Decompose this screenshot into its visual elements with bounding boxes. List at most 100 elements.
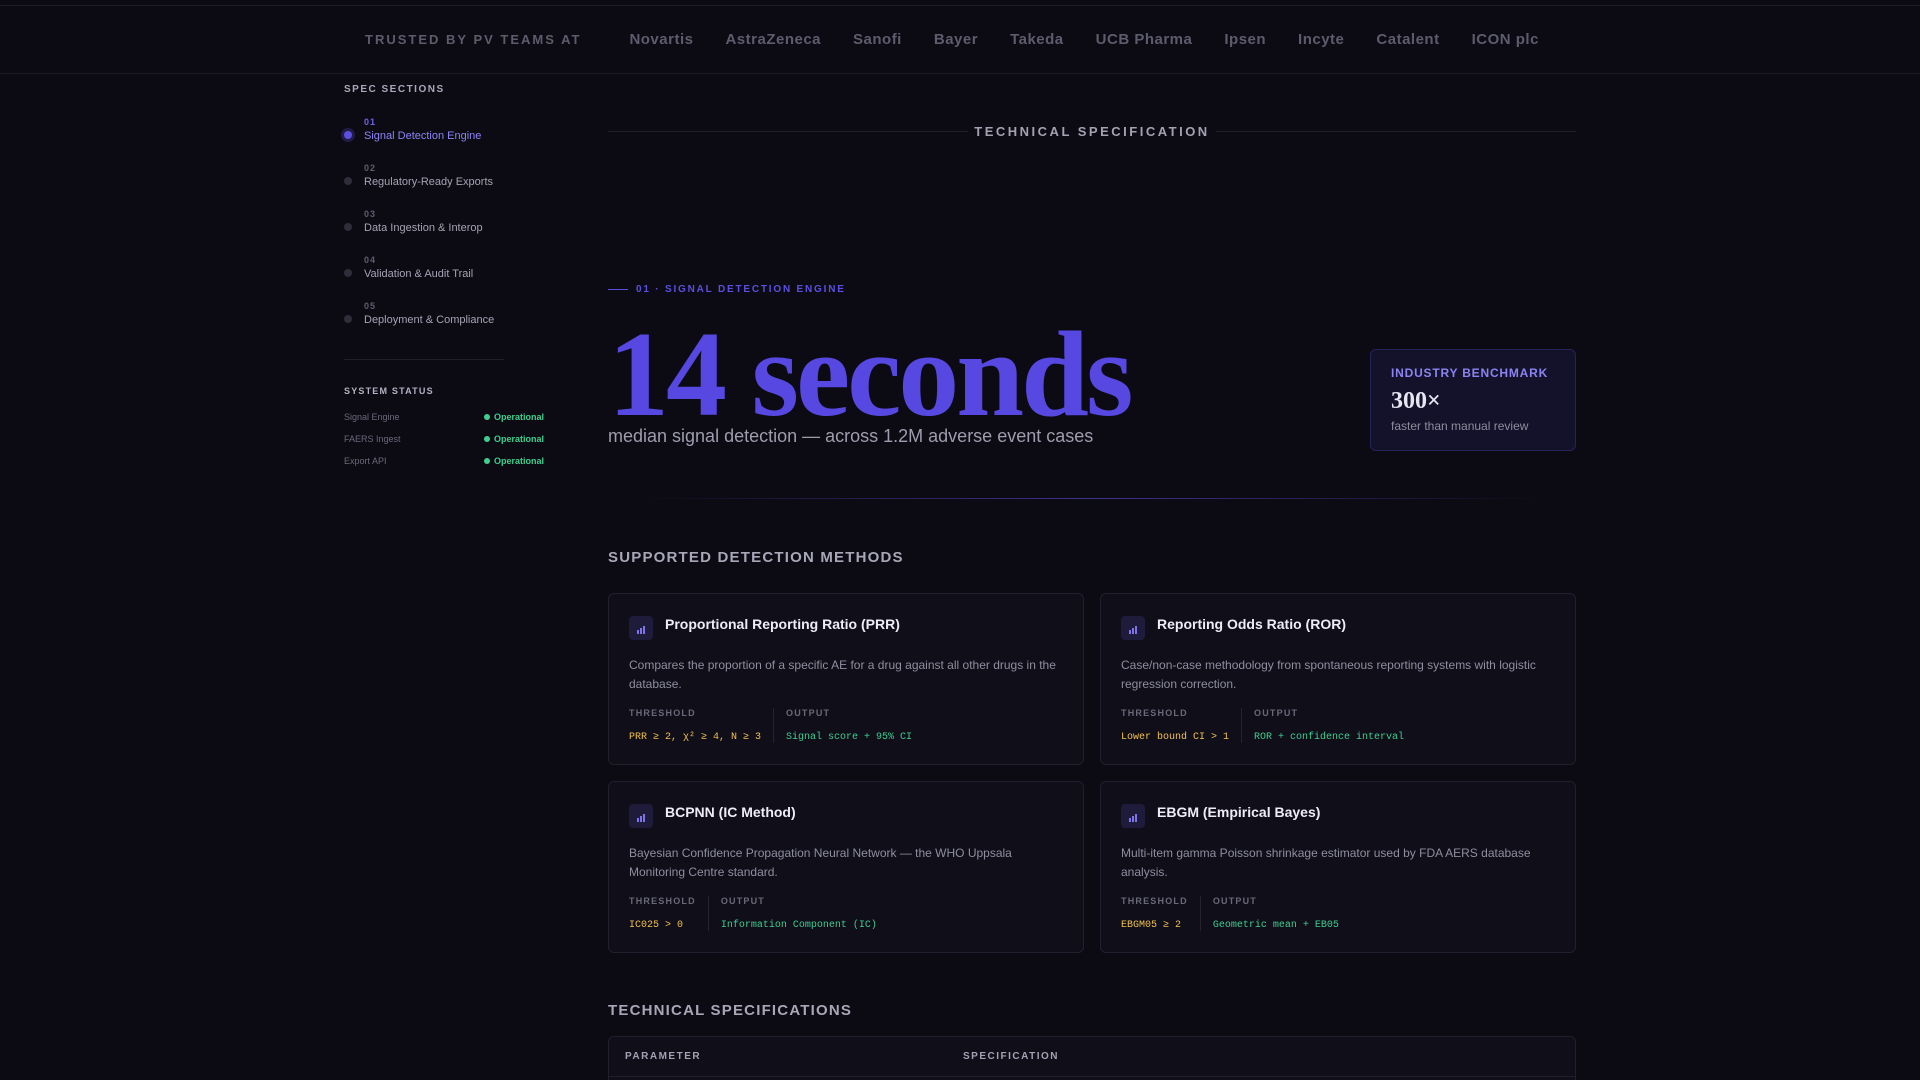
company-logo: Bayer	[933, 31, 979, 48]
nav-label: Validation & Audit Trail	[364, 268, 474, 280]
sidebar-divider	[344, 359, 504, 360]
dot-icon	[344, 223, 352, 231]
nav-label: Deployment & Compliance	[364, 314, 495, 326]
status-value: Operational	[493, 456, 544, 466]
threshold-value: IC025 > 0	[629, 920, 684, 931]
threshold-value: PRR ≥ 2, χ² ≥ 4, N ≥ 3	[629, 732, 762, 743]
eyebrow-bar	[608, 289, 628, 290]
method-description: Bayesian Confidence Propagation Neural N…	[629, 846, 1012, 879]
sidebar-item-validation[interactable]: 04 Validation & Audit Trail	[344, 255, 564, 301]
status-badge: Operational	[483, 412, 544, 422]
method-title: Proportional Reporting Ratio (PRR)	[665, 616, 900, 632]
status-dot-icon	[483, 436, 490, 442]
bar-chart-icon	[1121, 804, 1145, 828]
method-title: BCPNN (IC Method)	[665, 804, 796, 820]
heading-rule	[608, 131, 968, 132]
sidebar-item-regulatory-exports[interactable]: 02 Regulatory-Ready Exports	[344, 163, 564, 209]
hero-divider	[638, 498, 1546, 499]
nav-label: Data Ingestion & Interop	[364, 222, 483, 234]
output-label: OUTPUT	[1254, 708, 1299, 718]
section-eyebrow: 01 · SIGNAL DETECTION ENGINE	[608, 284, 846, 295]
threshold-label: THRESHOLD	[629, 708, 696, 718]
hero-subtitle: median signal detection — across 1.2M ad…	[608, 426, 1094, 446]
method-title: EBGM (Empirical Bayes)	[1157, 804, 1321, 820]
company-logo: Incyte	[1298, 31, 1345, 48]
status-name: Export API	[344, 456, 387, 466]
sidebar-item-data-ingestion[interactable]: 03 Data Ingestion & Interop	[344, 209, 564, 255]
company-logo: Catalent	[1376, 31, 1440, 48]
spec-heading: TECHNICAL SPECIFICATION	[608, 99, 1576, 163]
dot-icon	[344, 315, 352, 323]
method-title: Reporting Odds Ratio (ROR)	[1157, 616, 1346, 632]
spec-sidebar: SPEC SECTIONS 01 Signal Detection Engine…	[344, 74, 564, 472]
company-logo: ICON plc	[1471, 31, 1539, 48]
company-logo: AstraZeneca	[725, 31, 822, 48]
nav-label: Signal Detection Engine	[364, 130, 482, 142]
method-description: Multi-item gamma Poisson shrinkage estim…	[1121, 846, 1531, 879]
method-description: Compares the proportion of a specific AE…	[629, 658, 1056, 691]
output-value: Information Component (IC)	[720, 920, 877, 931]
column-header-specification: SPECIFICATION	[963, 1051, 1059, 1062]
trusted-by-strip: TRUSTED BY PV TEAMS AT Novartis AstraZen…	[0, 6, 1920, 74]
benchmark-sub: faster than manual review	[1391, 419, 1529, 433]
nav-number: 05	[364, 301, 377, 311]
threshold-value: EBGM05 ≥ 2	[1121, 920, 1182, 931]
sidebar-item-signal-detection[interactable]: 01 Signal Detection Engine	[344, 117, 564, 163]
status-row: FAERS Ingest Operational	[344, 428, 544, 450]
dot-icon	[344, 177, 352, 185]
benchmark-title: INDUSTRY BENCHMARK	[1391, 366, 1549, 380]
bar-chart-icon	[629, 804, 653, 828]
output-label: OUTPUT	[786, 708, 831, 718]
bar-chart-icon	[1121, 616, 1145, 640]
method-card-prr: Proportional Reporting Ratio (PRR) Compa…	[608, 593, 1084, 765]
sidebar-item-deployment[interactable]: 05 Deployment & Compliance	[344, 301, 564, 347]
status-value: Operational	[493, 434, 544, 444]
methods-grid: Proportional Reporting Ratio (PRR) Compa…	[608, 593, 1576, 953]
heading-rule	[1216, 131, 1576, 132]
spec-heading-text: TECHNICAL SPECIFICATION	[974, 123, 1210, 139]
nav-number: 03	[364, 209, 377, 219]
main-content: TECHNICAL SPECIFICATION 01 · SIGNAL DETE…	[608, 74, 1576, 1080]
company-logo: Ipsen	[1224, 31, 1267, 48]
column-header-parameter: PARAMETER	[625, 1051, 702, 1062]
method-card-ror: Reporting Odds Ratio (ROR) Case/non-case…	[1100, 593, 1576, 765]
system-status-title: SYSTEM STATUS	[344, 386, 434, 396]
output-value: Signal score + 95% CI	[786, 732, 913, 743]
status-name: Signal Engine	[344, 412, 400, 422]
specs-title: TECHNICAL SPECIFICATIONS	[608, 1002, 853, 1019]
bar-chart-icon	[629, 616, 653, 640]
threshold-label: THRESHOLD	[1121, 708, 1188, 718]
method-card-bcpnn: BCPNN (IC Method) Bayesian Confidence Pr…	[608, 781, 1084, 953]
benchmark-card: INDUSTRY BENCHMARK 300× faster than manu…	[1370, 349, 1576, 451]
table-header-row: PARAMETER SPECIFICATION	[609, 1037, 1575, 1077]
company-logo: Sanofi	[853, 31, 902, 48]
threshold-label: THRESHOLD	[629, 896, 696, 906]
nav-number: 01	[364, 117, 377, 127]
status-value: Operational	[493, 412, 544, 422]
benchmark-value: 300×	[1391, 388, 1441, 414]
status-row: Signal Engine Operational	[344, 406, 544, 428]
company-logo: UCB Pharma	[1095, 31, 1193, 48]
threshold-value: Lower bound CI > 1	[1121, 732, 1230, 743]
status-dot-icon	[483, 458, 490, 464]
dot-icon	[344, 269, 352, 277]
methods-title: SUPPORTED DETECTION METHODS	[608, 549, 904, 566]
output-label: OUTPUT	[1212, 896, 1258, 906]
nav-number: 04	[364, 255, 377, 265]
company-logo: Novartis	[629, 31, 694, 48]
output-value: ROR + confidence interval	[1254, 732, 1405, 743]
nav-label: Regulatory-Ready Exports	[364, 176, 494, 188]
trusted-label: TRUSTED BY PV TEAMS AT	[365, 32, 582, 47]
status-name: FAERS Ingest	[344, 434, 401, 444]
method-card-ebgm: EBGM (Empirical Bayes) Multi-item gamma …	[1100, 781, 1576, 953]
specs-table: PARAMETER SPECIFICATION	[608, 1036, 1576, 1080]
output-label: OUTPUT	[720, 896, 766, 906]
eyebrow-text: 01 · SIGNAL DETECTION ENGINE	[636, 284, 846, 295]
nav-number: 02	[364, 163, 377, 173]
status-dot-icon	[483, 414, 490, 420]
status-badge: Operational	[483, 434, 544, 444]
company-logo: Takeda	[1010, 31, 1064, 48]
method-description: Case/non-case methodology from spontaneo…	[1121, 658, 1536, 691]
sidebar-title: SPEC SECTIONS	[344, 84, 445, 95]
status-badge: Operational	[483, 456, 544, 466]
